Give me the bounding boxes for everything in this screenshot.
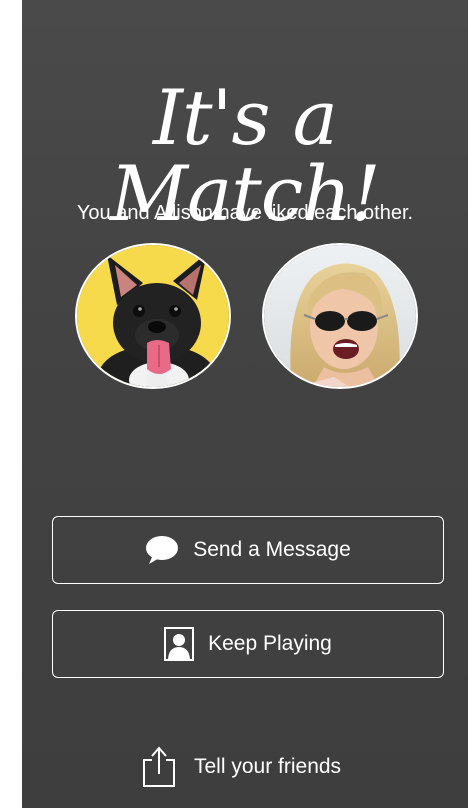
profile-card-icon: [164, 627, 195, 661]
keep-playing-label: Keep Playing: [208, 632, 332, 655]
match-screen: It's a Match! You and Allison have liked…: [22, 0, 468, 808]
bulldog-photo: [77, 245, 229, 387]
keep-playing-button[interactable]: Keep Playing: [52, 610, 444, 678]
allison-photo: [264, 245, 416, 387]
share-icon: [142, 746, 176, 788]
tell-friends-label: Tell your friends: [194, 755, 342, 778]
match-avatar: [262, 243, 418, 389]
user-avatar: [75, 243, 231, 389]
match-subtitle: You and Allison have liked each other.: [76, 202, 414, 224]
speech-bubble-icon: [145, 535, 179, 565]
send-message-label: Send a Message: [193, 538, 351, 561]
send-message-button[interactable]: Send a Message: [52, 516, 444, 584]
tell-friends-link[interactable]: Tell your friends: [142, 744, 341, 790]
